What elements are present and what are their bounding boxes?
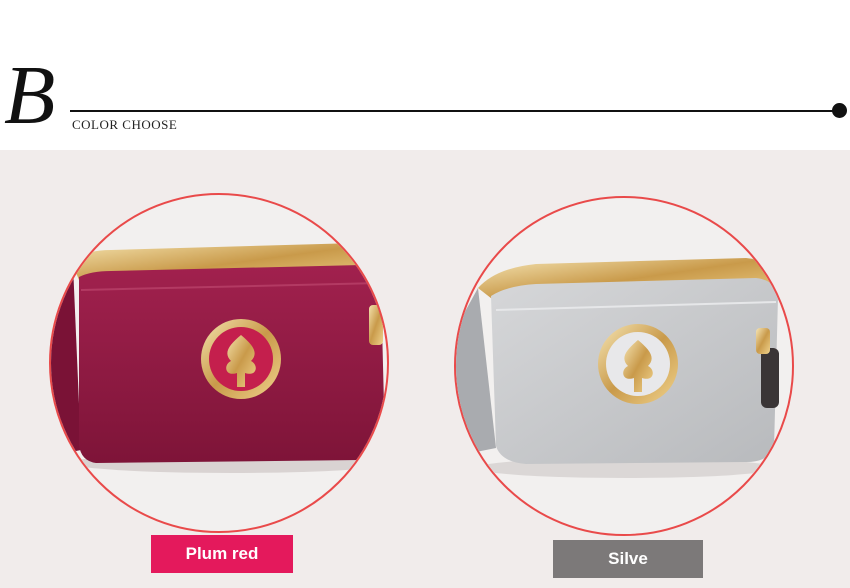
product-image-silver[interactable] (454, 196, 794, 536)
cosmetic-bag-silver-icon (456, 258, 779, 478)
divider-line (70, 110, 838, 112)
color-option-plum-red-button[interactable]: Plum red (151, 535, 293, 573)
section-letter: B (4, 49, 56, 142)
product-image-plum-red[interactable] (49, 193, 389, 533)
color-option-silver-button[interactable]: Silve (553, 540, 703, 578)
divider-dot (832, 103, 847, 118)
cosmetic-bag-plum-red-icon (51, 243, 387, 473)
header: B COLOR CHOOSE (0, 0, 850, 150)
section-subtitle: COLOR CHOOSE (72, 117, 178, 132)
